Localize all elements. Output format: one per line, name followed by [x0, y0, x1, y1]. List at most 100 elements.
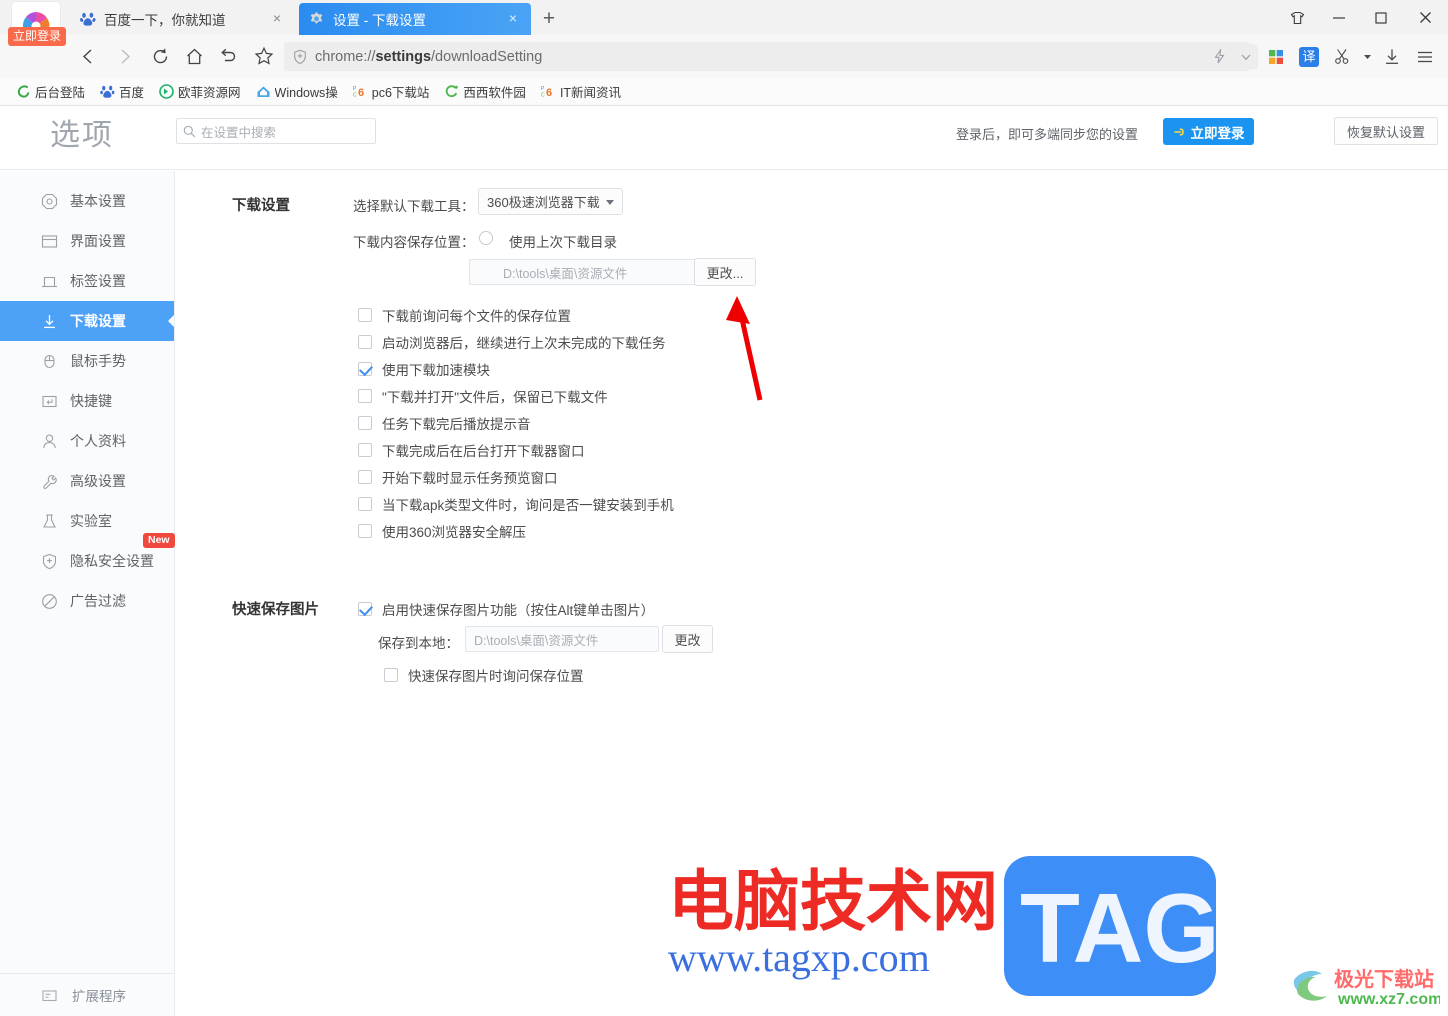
checkbox-label: 启用快速保存图片功能（按住Alt键单击图片）: [382, 603, 655, 618]
default-download-tool-value: 360极速浏览器下载: [487, 195, 600, 210]
sidebar-item-label: 界面设置: [70, 233, 126, 249]
chevron-down-icon: [606, 200, 614, 205]
bookmark-item[interactable]: PC6 pc6下载站: [347, 80, 436, 103]
bookmark-item[interactable]: PC6 IT新闻资讯: [535, 80, 627, 103]
bookmark-item[interactable]: Windows操: [250, 80, 344, 103]
minimize-button[interactable]: [1318, 0, 1360, 35]
checkbox-box: [358, 308, 372, 322]
checkbox-box: [358, 524, 372, 538]
sidebar-item-interface[interactable]: 界面设置: [0, 221, 174, 261]
checkbox-enable-quicksave[interactable]: 启用快速保存图片功能（按住Alt键单击图片）: [358, 599, 654, 619]
checkbox-ask-save-location[interactable]: 下载前询问每个文件的保存位置: [358, 305, 571, 325]
speed-boost-icon: [1213, 49, 1225, 64]
skin-button[interactable]: [1276, 0, 1318, 35]
undo-close-button[interactable]: [212, 40, 244, 72]
sidebar-item-profile[interactable]: 个人资料: [0, 421, 174, 461]
speed-boost-dropdown[interactable]: [1233, 44, 1258, 69]
watermark-corner-url: www.xz7.com: [1337, 991, 1440, 1008]
svg-text:6: 6: [546, 87, 552, 99]
checkbox-ask-quicksave-location[interactable]: 快速保存图片时询问保存位置: [384, 665, 584, 685]
tab-close-button[interactable]: ×: [505, 11, 521, 27]
tab-settings[interactable]: 设置 - 下载设置 ×: [299, 3, 531, 35]
checkbox-label: 使用360浏览器安全解压: [382, 525, 527, 540]
checkbox-box: [358, 602, 372, 616]
sidebar-item-advanced[interactable]: 高级设置: [0, 461, 174, 501]
bookmark-item[interactable]: 后台登陆: [10, 80, 91, 103]
new-tab-button[interactable]: +: [536, 6, 562, 32]
bookmark-item[interactable]: 西西软件园: [438, 80, 532, 103]
home-button[interactable]: [178, 40, 210, 72]
windows-apps-icon: [1269, 49, 1283, 64]
sidebar-item-shortcuts[interactable]: 快捷键: [0, 381, 174, 421]
flask-icon: [40, 512, 58, 530]
windows-apps-button[interactable]: [1261, 42, 1291, 72]
bookmark-item[interactable]: 欧菲资源网: [153, 80, 247, 103]
sidebar-item-download[interactable]: 下载设置: [0, 301, 174, 341]
checkbox-resume-on-start[interactable]: 启动浏览器后，继续进行上次未完成的下载任务: [358, 332, 666, 352]
tab-close-button[interactable]: ×: [269, 11, 285, 27]
sidebar-item-basic[interactable]: 基本设置: [0, 181, 174, 221]
screenshot-dropdown[interactable]: [1360, 42, 1374, 72]
home-icon: [186, 48, 202, 64]
translate-button[interactable]: 译: [1294, 42, 1324, 72]
default-download-tool-select[interactable]: 360极速浏览器下载: [478, 188, 623, 215]
checkbox-open-manager-bg[interactable]: 下载完成后在后台打开下载器窗口: [358, 440, 585, 460]
checkbox-keep-opened-file[interactable]: "下载并打开"文件后，保留已下载文件: [358, 386, 608, 406]
maximize-button[interactable]: [1360, 0, 1402, 35]
page-title: 选项: [50, 119, 114, 152]
checkbox-label: 快速保存图片时询问保存位置: [408, 669, 584, 684]
change-quicksave-path-button[interactable]: 更改: [662, 625, 713, 653]
sidebar-item-extensions[interactable]: 扩展程序: [0, 973, 174, 1016]
login-badge[interactable]: 立即登录: [8, 27, 67, 46]
checkbox-box: [358, 389, 372, 403]
search-input[interactable]: 在设置中搜索: [176, 118, 376, 144]
bookmark-item[interactable]: 百度: [94, 80, 150, 103]
forward-arrow-icon: [121, 48, 130, 64]
checkbox-show-preview[interactable]: 开始下载时显示任务预览窗口: [358, 467, 558, 487]
bookmark-label: Windows操: [274, 86, 338, 100]
reset-defaults-button[interactable]: 恢复默认设置: [1334, 117, 1438, 145]
green-circle-icon: [159, 84, 174, 99]
back-arrow-icon: [82, 48, 91, 64]
tab-title: 百度一下，你就知道: [104, 13, 226, 28]
section-title-quicksave: 快速保存图片: [232, 602, 319, 618]
download-path-input[interactable]: D:\tools\桌面\资源文件: [469, 259, 719, 285]
pc6-icon: PC 6: [353, 86, 364, 99]
minimize-icon: [1333, 16, 1345, 19]
checkbox-apk-install[interactable]: 当下载apk类型文件时，询问是否一键安装到手机: [358, 494, 674, 514]
quicksave-path-input[interactable]: D:\tools\桌面\资源文件: [465, 626, 659, 652]
sidebar-item-tabs[interactable]: 标签设置: [0, 261, 174, 301]
menu-button[interactable]: [1410, 42, 1440, 72]
bookmark-star-button[interactable]: [248, 40, 280, 72]
checkbox-safe-unzip[interactable]: 使用360浏览器安全解压: [358, 521, 526, 541]
tab-baidu[interactable]: 百度一下，你就知道 ×: [70, 3, 295, 35]
checkbox-label: 使用下载加速模块: [382, 363, 490, 378]
reload-button[interactable]: [144, 40, 176, 72]
login-now-button[interactable]: 立即登录: [1163, 118, 1254, 145]
close-button[interactable]: [1402, 0, 1448, 35]
checkbox-play-sound[interactable]: 任务下载完后播放提示音: [358, 413, 531, 433]
section-title-download: 下载设置: [232, 198, 290, 214]
checkbox-accel-module[interactable]: 使用下载加速模块: [358, 359, 490, 379]
radio-use-last-dir-label: 使用上次下载目录: [509, 235, 617, 250]
checkbox-label: 启动浏览器后，继续进行上次未完成的下载任务: [382, 336, 666, 351]
radio-use-last-dir[interactable]: [479, 231, 493, 245]
sidebar-item-privacy[interactable]: New 隐私安全设置: [0, 533, 175, 581]
swirl-green-icon: [17, 85, 30, 98]
tab-title: 设置 - 下载设置: [333, 13, 426, 28]
address-bar[interactable]: chrome://settings/downloadSetting: [284, 42, 1250, 71]
forward-button[interactable]: [108, 40, 140, 72]
sidebar-item-adblock[interactable]: 广告过滤: [0, 581, 174, 621]
change-download-path-button[interactable]: 更改...: [694, 258, 756, 286]
default-tool-label: 选择默认下载工具：: [353, 199, 475, 214]
screenshot-button[interactable]: [1327, 42, 1357, 72]
checkbox-label: 当下载apk类型文件时，询问是否一键安装到手机: [382, 498, 674, 513]
speed-boost-button[interactable]: [1205, 44, 1233, 69]
checkbox-box: [358, 335, 372, 349]
tab-icon: [40, 272, 58, 290]
downloads-button[interactable]: [1377, 42, 1407, 72]
sidebar-item-mouse-gesture[interactable]: 鼠标手势: [0, 341, 174, 381]
download-icon: [1386, 49, 1398, 64]
back-button[interactable]: [72, 40, 104, 72]
skin-icon: [1290, 11, 1304, 24]
